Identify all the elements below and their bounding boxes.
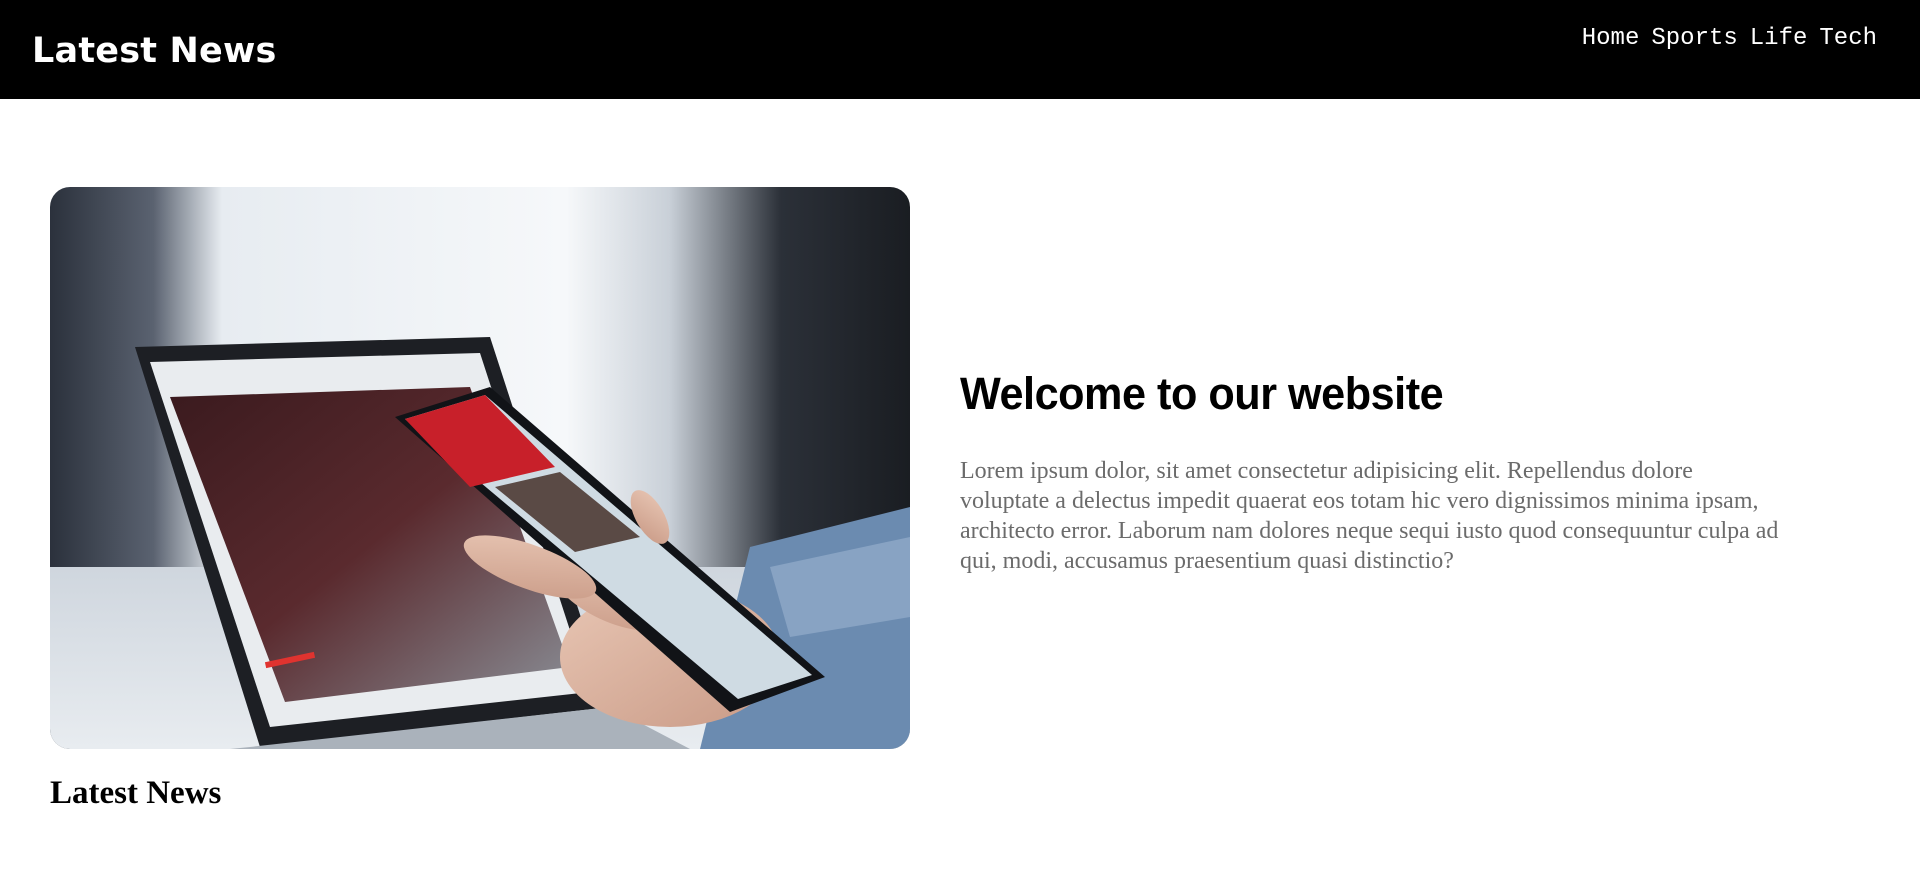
section-heading-latest-news: Latest News	[50, 775, 222, 811]
welcome-section: Welcome to our website Lorem ipsum dolor…	[960, 364, 1780, 576]
nav-link-life[interactable]: Life	[1750, 22, 1808, 56]
phone-laptop-photo	[50, 187, 910, 749]
main-nav: Home Sports Life Tech	[1582, 22, 1877, 56]
top-navbar: Latest News Home Sports Life Tech	[0, 0, 1920, 99]
nav-link-home[interactable]: Home	[1582, 22, 1640, 56]
welcome-title: Welcome to our website	[960, 368, 1444, 419]
site-brand[interactable]: Latest News	[32, 27, 277, 75]
welcome-paragraph: Lorem ipsum dolor, sit amet consectetur …	[960, 458, 1779, 574]
nav-link-sports[interactable]: Sports	[1651, 22, 1737, 56]
nav-link-tech[interactable]: Tech	[1819, 22, 1877, 56]
hero-image	[50, 187, 910, 749]
